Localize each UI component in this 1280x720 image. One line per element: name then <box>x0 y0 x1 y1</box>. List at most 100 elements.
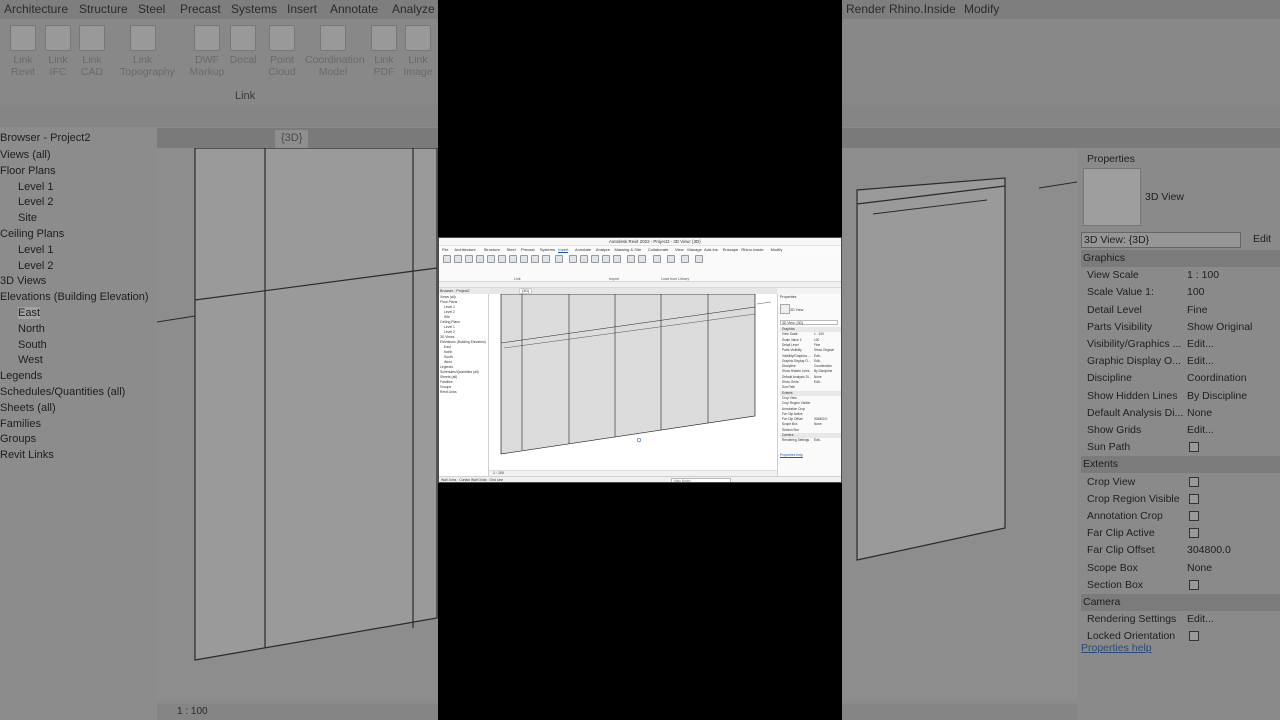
import-cad-icon[interactable] <box>569 255 577 263</box>
bg-props-section: Camera <box>1081 594 1280 611</box>
browser-item[interactable]: South <box>444 355 453 359</box>
bg-props-type: 3D View <box>1145 191 1184 203</box>
load-as-group-icon[interactable] <box>638 255 646 263</box>
link-ifc-icon[interactable] <box>454 255 462 263</box>
tab-collaborate[interactable]: Collaborate <box>648 247 668 252</box>
link-cad-icon[interactable] <box>465 255 473 263</box>
browser-item[interactable]: Level 1 <box>444 305 455 309</box>
tab-add-ins[interactable]: Add-Ins <box>704 247 718 252</box>
bg-props-key: Discipline <box>1087 372 1132 385</box>
props-row[interactable]: Rendering Settings Edit... <box>780 438 841 443</box>
autodesk-family-icon[interactable] <box>653 255 661 263</box>
browser-item[interactable]: Groups <box>440 385 451 389</box>
props-row[interactable]: Far Clip Active <box>780 412 841 417</box>
active-model-dropdown[interactable]: Main Model <box>671 478 731 482</box>
props-row[interactable]: Discipline Coordination <box>780 364 841 369</box>
decal-icon[interactable] <box>498 255 506 263</box>
bg-props-value: Show Original <box>1187 320 1253 333</box>
browser-item[interactable]: 3D Views <box>440 335 454 339</box>
tab-enscape[interactable]: Enscape <box>723 247 739 252</box>
bg-tool: Decal <box>228 25 258 66</box>
insert-views-icon[interactable] <box>667 255 675 263</box>
props-row[interactable]: Graphic Display O... Edit... <box>780 359 841 364</box>
tab-annotate[interactable]: Annotate <box>575 247 591 252</box>
bg-props-row: Scale Value 1: 100 <box>1081 284 1280 301</box>
bg-props-checkbox <box>1189 631 1199 642</box>
point-cloud-icon[interactable] <box>509 255 517 263</box>
tab-manage[interactable]: Manage <box>687 247 701 252</box>
bg-tab: Render <box>846 2 886 16</box>
import-pdf-icon[interactable] <box>591 255 599 263</box>
props-row[interactable]: Sun Path <box>780 385 841 390</box>
link-topography-icon[interactable] <box>476 255 484 263</box>
insert-from-file-icon[interactable] <box>695 255 703 263</box>
props-row[interactable]: View Scale 1 : 100 <box>780 332 841 337</box>
link-topography-icon <box>129 25 156 51</box>
browser-item[interactable]: Level 2 <box>444 310 455 314</box>
browser-item[interactable]: Revit Links <box>440 390 457 394</box>
props-row[interactable]: Visibility/Graphics ... Edit... <box>780 354 841 359</box>
props-row[interactable]: Detail Level Fine <box>780 343 841 348</box>
props-row[interactable]: Crop Region Visible <box>780 401 841 406</box>
props-row[interactable]: Show Hidden Lines By Discipline <box>780 369 841 374</box>
props-row[interactable]: Scope Box None <box>780 422 841 427</box>
tab-analyze[interactable]: Analyze <box>596 247 610 252</box>
browser-item[interactable]: East <box>444 345 451 349</box>
props-key: Graphics <box>782 327 795 331</box>
tab-modify[interactable]: Modify <box>771 247 783 252</box>
link-cad-icon <box>79 25 105 51</box>
load-family-icon[interactable] <box>627 255 635 263</box>
import-image-icon[interactable] <box>602 255 610 263</box>
browser-item[interactable]: Site <box>444 315 450 319</box>
props-key: Annotation Crop <box>782 406 806 411</box>
bg-tool: Link CAD <box>77 25 107 78</box>
properties-help-link[interactable]: Properties help <box>780 453 803 457</box>
props-key: Crop Region Visible <box>782 401 811 406</box>
browser-item[interactable]: Families <box>440 380 453 384</box>
browser-item[interactable]: Schedules/Quantities (all) <box>440 370 479 374</box>
manage-images-icon[interactable] <box>613 255 621 263</box>
tab-rhino-inside[interactable]: Rhino.Inside <box>741 247 763 252</box>
props-row[interactable]: Far Clip Offset 304800.0 <box>780 417 841 422</box>
manage-links-icon[interactable] <box>555 255 563 263</box>
tab-massing-site[interactable]: Massing & Site <box>615 247 642 252</box>
browser-item[interactable]: West <box>444 360 452 364</box>
tab-structure[interactable]: Structure <box>484 247 500 252</box>
view-scale[interactable]: 1 : 100 <box>493 471 504 475</box>
props-row[interactable]: Section Box <box>780 428 841 433</box>
import-gbxml-icon[interactable] <box>580 255 588 263</box>
dwf-markup-icon[interactable] <box>487 255 495 263</box>
tab-precast[interactable]: Precast <box>521 247 535 252</box>
props-row[interactable]: Annotation Crop <box>780 406 841 412</box>
browser-item[interactable]: Views (all) <box>440 295 456 299</box>
browser-item[interactable]: Level 2 <box>444 330 455 334</box>
link-revit-icon[interactable] <box>443 255 451 263</box>
bg-props-row: Graphic Display O... Edit... <box>1081 353 1280 370</box>
load-autodesk-family-icon[interactable] <box>681 255 689 263</box>
props-row[interactable]: Crop View <box>780 396 841 401</box>
link-image-icon[interactable] <box>542 255 550 263</box>
instance-selector[interactable]: 3D View: {3D} <box>780 320 838 325</box>
props-row[interactable]: Default Analysis Di... None <box>780 375 841 380</box>
link-pdf-icon[interactable] <box>531 255 539 263</box>
browser-item[interactable]: Legends <box>440 365 453 369</box>
browser-item[interactable]: North <box>444 350 452 354</box>
props-row[interactable]: Scale Value 1: 100 <box>780 338 841 343</box>
props-row[interactable]: Show Grids Edit... <box>780 380 841 385</box>
tab-systems[interactable]: Systems <box>540 247 555 252</box>
bg-props-row: Discipline Coordination <box>1081 370 1280 387</box>
tab-architecture[interactable]: Architecture <box>454 247 475 252</box>
browser-item[interactable]: Level 1 <box>444 325 455 329</box>
browser-item[interactable]: Floor Plans <box>440 300 457 304</box>
browser-item[interactable]: Ceiling Plans <box>440 320 460 324</box>
tab-view[interactable]: View <box>675 247 684 252</box>
browser-item[interactable]: Elevations (Building Elevation) <box>440 340 486 344</box>
props-row[interactable]: Parts Visibility Show Original <box>780 348 841 353</box>
drawing-area[interactable] <box>489 293 777 470</box>
browser-item[interactable]: Sheets (all) <box>440 375 457 379</box>
tab-file[interactable]: File <box>442 247 448 252</box>
bg-browser-item: West <box>18 354 43 367</box>
tab-steel[interactable]: Steel <box>507 247 516 252</box>
coordination-model-icon[interactable] <box>520 255 528 263</box>
props-key: Far Clip Offset <box>782 417 803 422</box>
